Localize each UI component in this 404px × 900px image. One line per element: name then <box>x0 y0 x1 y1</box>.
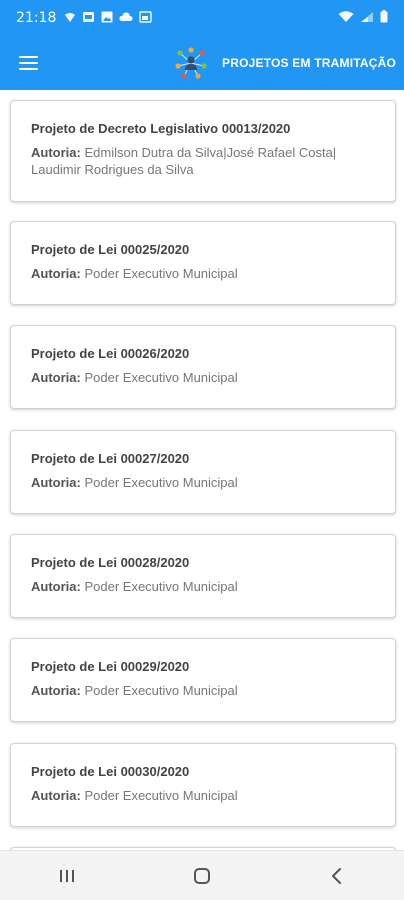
project-author: Autoria: Poder Executivo Municipal <box>31 787 375 804</box>
project-title: Projeto de Lei 00027/2020 <box>31 451 190 466</box>
project-author: Autoria: Poder Executivo Municipal <box>31 265 375 282</box>
project-card[interactable]: Projeto de Lei 00029/2020 Autoria: Poder… <box>10 638 396 722</box>
author-label: Autoria: <box>31 266 81 281</box>
battery-icon <box>380 10 388 26</box>
project-title: Projeto de Decreto Legislativo 00013/202… <box>31 121 291 136</box>
back-icon <box>331 867 341 884</box>
project-author: Autoria: Edmilson Dutra da Silva|José Ra… <box>31 144 375 178</box>
project-card[interactable]: Projeto de Lei 00026/2020 Autoria: Poder… <box>10 325 396 409</box>
projects-list: Projeto de Decreto Legislativo 00013/202… <box>0 90 404 850</box>
hamburger-menu-icon <box>18 56 38 70</box>
author-label: Autoria: <box>31 683 81 698</box>
wifi-icon <box>338 10 354 26</box>
app-title-group: PROJETOS EM TRAMITAÇÃO <box>174 46 404 80</box>
project-title: Projeto de Lei 00029/2020 <box>31 659 190 674</box>
author-value: Poder Executivo Municipal <box>84 266 238 281</box>
status-notification-icons <box>64 10 153 26</box>
app-logo-icon <box>175 47 207 79</box>
project-author: Autoria: Poder Executivo Municipal <box>31 578 375 595</box>
project-card[interactable]: Projeto de Lei 00027/2020 Autoria: Poder… <box>10 430 396 514</box>
notification-icon <box>82 11 95 26</box>
project-author: Autoria: Poder Executivo Municipal <box>31 474 375 491</box>
project-author: Autoria: Poder Executivo Municipal <box>31 682 375 699</box>
home-icon <box>193 867 210 884</box>
project-card[interactable]: Projeto de Lei 00025/2020 Autoria: Poder… <box>10 221 396 305</box>
system-nav-bar <box>0 850 404 900</box>
status-system-icons <box>338 10 388 26</box>
project-card[interactable]: Projeto de Decreto Legislativo 00013/202… <box>10 100 396 202</box>
author-value: Poder Executivo Municipal <box>84 683 238 698</box>
wifi-calling-icon <box>64 11 76 26</box>
project-title: Projeto de Lei 00025/2020 <box>31 242 190 257</box>
project-title: Projeto de Lei 00026/2020 <box>31 346 190 361</box>
author-value: Poder Executivo Municipal <box>84 370 238 385</box>
author-label: Autoria: <box>31 788 81 803</box>
author-label: Autoria: <box>31 475 81 490</box>
menu-button[interactable] <box>0 36 56 90</box>
cloud-icon <box>119 11 133 25</box>
recent-apps-icon <box>60 869 75 882</box>
project-author: Autoria: Poder Executivo Municipal <box>31 369 375 386</box>
project-title: Projeto de Lei 00028/2020 <box>31 555 190 570</box>
author-label: Autoria: <box>31 145 81 160</box>
author-value: Poder Executivo Municipal <box>84 788 238 803</box>
image-icon <box>101 11 113 26</box>
back-button[interactable] <box>297 854 377 898</box>
recent-apps-button[interactable] <box>27 854 107 898</box>
cast-icon <box>139 10 153 26</box>
app-bar: PROJETOS EM TRAMITAÇÃO <box>0 36 404 90</box>
signal-icon <box>360 11 374 26</box>
status-bar: 21:18 <box>0 0 404 36</box>
project-card[interactable]: Projeto de Lei 00030/2020 Autoria: Poder… <box>10 743 396 827</box>
project-title: Projeto de Lei 00030/2020 <box>31 764 190 779</box>
author-value: Poder Executivo Municipal <box>84 475 238 490</box>
page-title: PROJETOS EM TRAMITAÇÃO <box>222 56 396 70</box>
home-button[interactable] <box>162 854 242 898</box>
project-card[interactable]: Projeto de Lei 00028/2020 Autoria: Poder… <box>10 534 396 618</box>
status-time: 21:18 <box>16 10 57 26</box>
author-label: Autoria: <box>31 579 81 594</box>
author-value: Poder Executivo Municipal <box>84 579 238 594</box>
author-label: Autoria: <box>31 370 81 385</box>
